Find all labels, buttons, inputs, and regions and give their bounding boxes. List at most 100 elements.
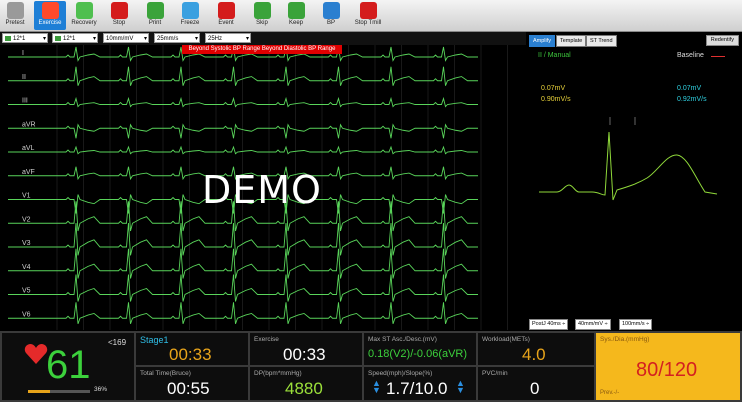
ecg-trace-v6 <box>8 302 478 325</box>
heart-icon <box>24 344 48 364</box>
amplify-panel: Amplify Template ST Trend Redentify II /… <box>527 32 742 330</box>
total-time-cell: Total Time(Bruce) 00:55 <box>136 367 248 400</box>
lead-format-icon <box>5 35 11 41</box>
hr-percent: 36% <box>94 386 108 393</box>
toolbar-button-label: BP <box>326 20 335 26</box>
toolbar-button-label: Freeze <box>180 20 200 26</box>
hr-progress-fill <box>28 390 51 393</box>
lead-layout-select[interactable]: 12*1 <box>52 33 98 44</box>
pvc-cell: PVC/min 0 <box>478 367 594 400</box>
toolbar-button-stop-tmill[interactable]: Stop Tmill <box>350 1 386 30</box>
bp-cell[interactable]: Sys./Dia.(mmHg) 80/120 Prev.-/- <box>596 333 740 400</box>
toolbar-button-bp[interactable]: BP <box>318 1 344 30</box>
max-st-cell: Max ST Asc./Desc.(mV) 0.18(V2)/-0.06(aVR… <box>364 333 476 365</box>
heart-rate-cell: 61 <169 36% <box>2 333 134 400</box>
toolbar-button-print[interactable]: Print <box>142 1 168 30</box>
toolbar-button-label: Stop Tmill <box>354 20 382 26</box>
toolbar-button-pretest[interactable]: Pretest <box>0 1 30 30</box>
toolbar-button-label: Print <box>148 20 162 26</box>
stage-time: 00:33 <box>169 345 212 364</box>
speed-slope-value: 1.7/10.0 <box>386 379 448 398</box>
post-j-value: PostJ 40ms <box>532 321 561 327</box>
running-person-icon <box>41 2 59 19</box>
ecg-trace-avl <box>8 145 478 155</box>
lead-label-v1: V1 <box>22 193 31 200</box>
lead-label-avr: aVR <box>22 121 36 128</box>
speed-select[interactable]: 25mm/s <box>154 33 200 44</box>
toolbar-button-label: Stop <box>112 20 126 26</box>
toolbar-button-label: Recovery <box>71 20 97 26</box>
toolbar-button-keep[interactable]: Keep <box>282 1 310 30</box>
hr-progress-track <box>28 390 90 393</box>
amplify-gain-control[interactable]: 40mm/mV ÷ <box>575 319 611 330</box>
lead-format-value: 12*1 <box>13 36 26 42</box>
vitals-dashboard: 61 <169 36% Stage1 00:33 Total Time(Bruc… <box>0 331 742 402</box>
pvc-label: PVC/min <box>482 370 508 377</box>
stage-cell: Stage1 00:33 <box>136 333 248 365</box>
toolbar-button-freeze[interactable]: Freeze <box>174 1 206 30</box>
display-settings-bar: 12*1 12*1 10mm/mV 25mm/s 25Hz <box>0 32 526 45</box>
lead-label-v4: V4 <box>22 264 31 271</box>
spin-icon: ÷ <box>646 321 650 327</box>
speed-slope-cell: Speed(mph)/Slope(%) ▲ ▼ 1.7/10.0 ▲ ▼ <box>364 367 476 400</box>
target-hr: <169 <box>108 338 127 347</box>
bp-gauge-icon <box>322 2 340 19</box>
toolbar-button-recovery[interactable]: Recovery <box>68 1 100 30</box>
spin-icon: ÷ <box>604 321 608 327</box>
post-j-control[interactable]: PostJ 40ms ÷ <box>529 319 569 330</box>
workload-label: Workload(METs) <box>482 336 530 343</box>
toolbar-button-exercise[interactable]: Exercise <box>34 1 66 30</box>
lead-layout-value: 12*1 <box>63 36 76 42</box>
lead-label-v6: V6 <box>22 311 31 318</box>
stop-target-icon <box>110 2 128 19</box>
gain-value: 10mm/mV <box>106 36 134 42</box>
bp-label: Sys./Dia.(mmHg) <box>600 336 650 343</box>
lead-label-avf: aVF <box>22 169 35 176</box>
stage-label: Stage1 <box>140 335 169 345</box>
pvc-value: 0 <box>530 379 540 398</box>
walking-person-icon <box>75 2 93 19</box>
total-time-label: Total Time(Bruce) <box>140 370 191 377</box>
bp-previous: Prev.-/- <box>600 390 620 396</box>
ecg-trace-ii <box>8 66 478 86</box>
gain-select[interactable]: 10mm/mV <box>103 33 149 44</box>
total-time-value: 00:55 <box>167 379 210 398</box>
dp-label: DP(bpm*mmHg) <box>254 370 302 377</box>
max-st-value: 0.18(V2)/-0.06(aVR) <box>368 348 468 360</box>
snowflake-icon <box>181 2 199 19</box>
bp-value: 80/120 <box>636 359 698 381</box>
skip-forward-icon <box>253 2 271 19</box>
amplify-speed-control[interactable]: 100mm/s ÷ <box>619 319 653 330</box>
speed-slope-label: Speed(mph)/Slope(%) <box>368 370 433 377</box>
ecg-trace-iii <box>8 96 478 108</box>
dp-value: 4880 <box>285 379 323 398</box>
toolbar-button-event[interactable]: Event <box>212 1 240 30</box>
exercise-cell: Exercise 00:33 <box>250 333 362 365</box>
toolbar-button-label: Skip <box>256 20 268 26</box>
lead-layout-icon <box>55 35 61 41</box>
workload-cell: Workload(METs) 4.0 <box>478 333 594 365</box>
toolbar-button-label: Keep <box>288 20 303 26</box>
lead-label-v3: V3 <box>22 240 31 247</box>
workload-value: 4.0 <box>522 345 546 364</box>
lead-label-avl: aVL <box>22 145 35 152</box>
amplify-gain-value: 40mm/mV <box>578 321 604 327</box>
printer-icon <box>146 2 164 19</box>
lead-format-select[interactable]: 12*1 <box>2 33 48 44</box>
amplify-speed-value: 100mm/s <box>622 321 645 327</box>
toolbar-button-label: Pretest <box>5 20 25 26</box>
speed-updown-icon[interactable]: ▲ ▼ <box>372 379 381 395</box>
exercise-time: 00:33 <box>283 345 326 364</box>
toolbar-button-skip[interactable]: Skip <box>248 1 276 30</box>
pause-icon <box>287 2 305 19</box>
slope-updown-icon[interactable]: ▲ ▼ <box>456 379 465 395</box>
toolbar-button-stop[interactable]: Stop <box>104 1 134 30</box>
heart-rate-value: 61 <box>46 343 91 387</box>
filter-select[interactable]: 25Hz <box>205 33 251 44</box>
toolbar: Pretest Exercise Recovery Stop Print Freeze Ev… <box>0 0 742 32</box>
filter-value: 25Hz <box>208 36 223 42</box>
amplified-beat-trace <box>539 131 718 201</box>
ecg-trace-v5 <box>8 274 478 302</box>
toolbar-button-label: Event <box>218 20 234 26</box>
lead-label-v5: V5 <box>22 288 31 295</box>
